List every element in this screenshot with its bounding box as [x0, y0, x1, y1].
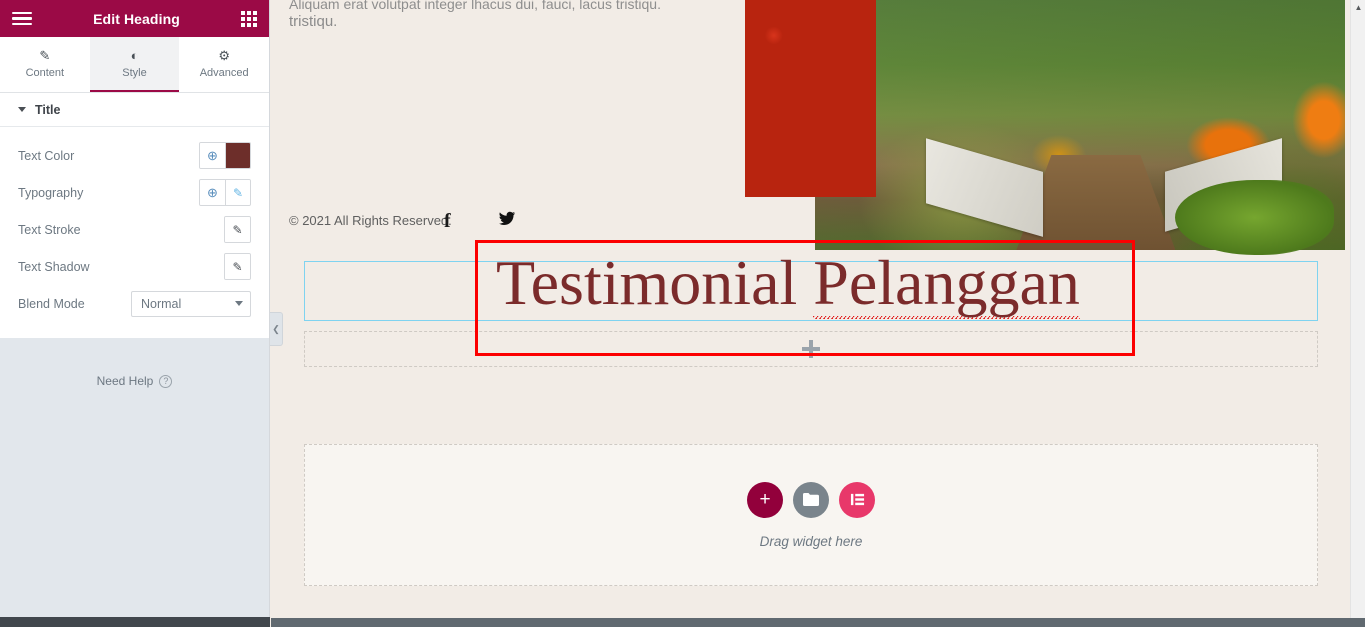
garden-photo: [815, 0, 1345, 255]
control-text-shadow: Text Shadow ✎: [0, 248, 269, 285]
control-text-stroke: Text Stroke ✎: [0, 211, 269, 248]
question-mark-icon: ?: [159, 374, 173, 388]
pencil-icon: ✎: [232, 222, 243, 237]
chevron-down-icon: [18, 107, 26, 112]
page-preview-canvas: Aliquam erat volutpat integer lhacus dui…: [271, 0, 1365, 618]
elementor-logo-button[interactable]: [839, 481, 875, 518]
tab-style[interactable]: ◐ Style: [89, 37, 180, 92]
canvas-scrollbar[interactable]: ▲: [1350, 0, 1365, 618]
need-help-label: Need Help: [96, 374, 154, 388]
folder-icon: [803, 493, 819, 506]
drag-widget-here-label: Drag widget here: [759, 533, 863, 549]
control-blend-mode-label: Blend Mode: [18, 296, 85, 311]
control-text-shadow-label: Text Shadow: [18, 259, 90, 274]
twitter-icon[interactable]: [498, 211, 516, 230]
heading-misspelled-word: Pelanggan: [813, 247, 1080, 319]
hamburger-menu-icon[interactable]: [12, 11, 32, 26]
drop-area-buttons: +: [747, 481, 875, 518]
text-color-control-group: ⊕: [199, 142, 251, 169]
tab-advanced-label: Advanced: [199, 66, 249, 79]
elementor-editor-window: Edit Heading ✎ Content ◐ Style ⚙ Advance…: [0, 0, 1365, 627]
scrollbar-up-arrow[interactable]: ▲: [1351, 0, 1365, 15]
template-library-folder-button[interactable]: [793, 481, 829, 518]
style-controls-list: Text Color ⊕ Typography ⊕ ✎ Text Stroke …: [0, 127, 269, 338]
panel-collapse-handle[interactable]: ❮: [270, 312, 283, 346]
blend-mode-select[interactable]: Normal: [131, 290, 251, 317]
control-text-stroke-label: Text Stroke: [18, 222, 81, 237]
elementor-logo-icon: [850, 493, 864, 506]
typography-edit-button[interactable]: ✎: [225, 180, 250, 205]
editor-side-panel: Edit Heading ✎ Content ◐ Style ⚙ Advance…: [0, 0, 270, 627]
panel-tabs: ✎ Content ◐ Style ⚙ Advanced: [0, 37, 270, 93]
control-typography-label: Typography: [18, 185, 84, 200]
tab-content[interactable]: ✎ Content: [0, 37, 90, 92]
copyright-text: © 2021 All Rights Reserved.: [289, 213, 452, 228]
gear-icon: ⚙: [218, 47, 230, 63]
blend-mode-value: Normal: [141, 296, 182, 311]
widgets-grid-icon[interactable]: [241, 10, 257, 27]
twitter-bird-glyph: [498, 211, 516, 226]
bottom-status-bar: [271, 618, 1365, 627]
panel-title: Edit Heading: [93, 10, 180, 27]
control-text-color-label: Text Color: [18, 148, 75, 163]
text-shadow-control-group: ✎: [224, 253, 251, 280]
heading-text-part-1: Testimonial: [496, 247, 814, 318]
contrast-half-circle-icon: ◐: [130, 47, 139, 63]
panel-header: Edit Heading: [0, 0, 269, 37]
typography-control-group: ⊕ ✎: [199, 179, 251, 206]
chevron-left-icon: ❮: [272, 323, 280, 334]
plus-icon: +: [759, 489, 771, 510]
typography-global-icon[interactable]: ⊕: [200, 180, 225, 205]
control-typography: Typography ⊕ ✎: [0, 174, 269, 211]
tab-advanced[interactable]: ⚙ Advanced: [179, 37, 270, 92]
section-title-label: Title: [35, 102, 61, 117]
text-color-swatch[interactable]: [225, 143, 250, 168]
tab-style-label: Style: [122, 66, 147, 79]
need-help-link[interactable]: Need Help ?: [0, 374, 269, 388]
color-swatch-preview: [226, 143, 250, 168]
facebook-icon[interactable]: f: [444, 211, 451, 231]
text-color-global-icon[interactable]: ⊕: [200, 143, 225, 168]
chevron-down-icon: [235, 301, 243, 306]
text-stroke-edit-button[interactable]: ✎: [225, 217, 250, 242]
control-text-color: Text Color ⊕: [0, 137, 269, 174]
tab-content-label: Content: [25, 66, 65, 79]
drag-widget-drop-area[interactable]: + Drag widget here: [304, 444, 1318, 586]
pencil-icon: ✎: [232, 185, 244, 200]
paragraph-tail-text: tristiqu.: [289, 13, 338, 30]
text-shadow-edit-button[interactable]: ✎: [225, 254, 250, 279]
add-new-section-row[interactable]: [304, 331, 1318, 367]
pencil-icon: ✎: [232, 259, 243, 274]
add-new-section-button[interactable]: +: [747, 481, 783, 518]
plus-icon[interactable]: [802, 340, 820, 358]
control-blend-mode: Blend Mode Normal: [0, 285, 269, 322]
section-title-header[interactable]: Title: [0, 93, 269, 127]
heading-widget-text[interactable]: Testimonial Pelanggan: [496, 247, 1080, 319]
garden-bed-left: [926, 138, 1043, 237]
tomato-salad-photo: [745, 0, 876, 197]
foreground-leaf: [1175, 180, 1335, 255]
panel-footer-bar: [0, 617, 270, 627]
pencil-icon: ✎: [39, 47, 51, 63]
text-stroke-control-group: ✎: [224, 216, 251, 243]
